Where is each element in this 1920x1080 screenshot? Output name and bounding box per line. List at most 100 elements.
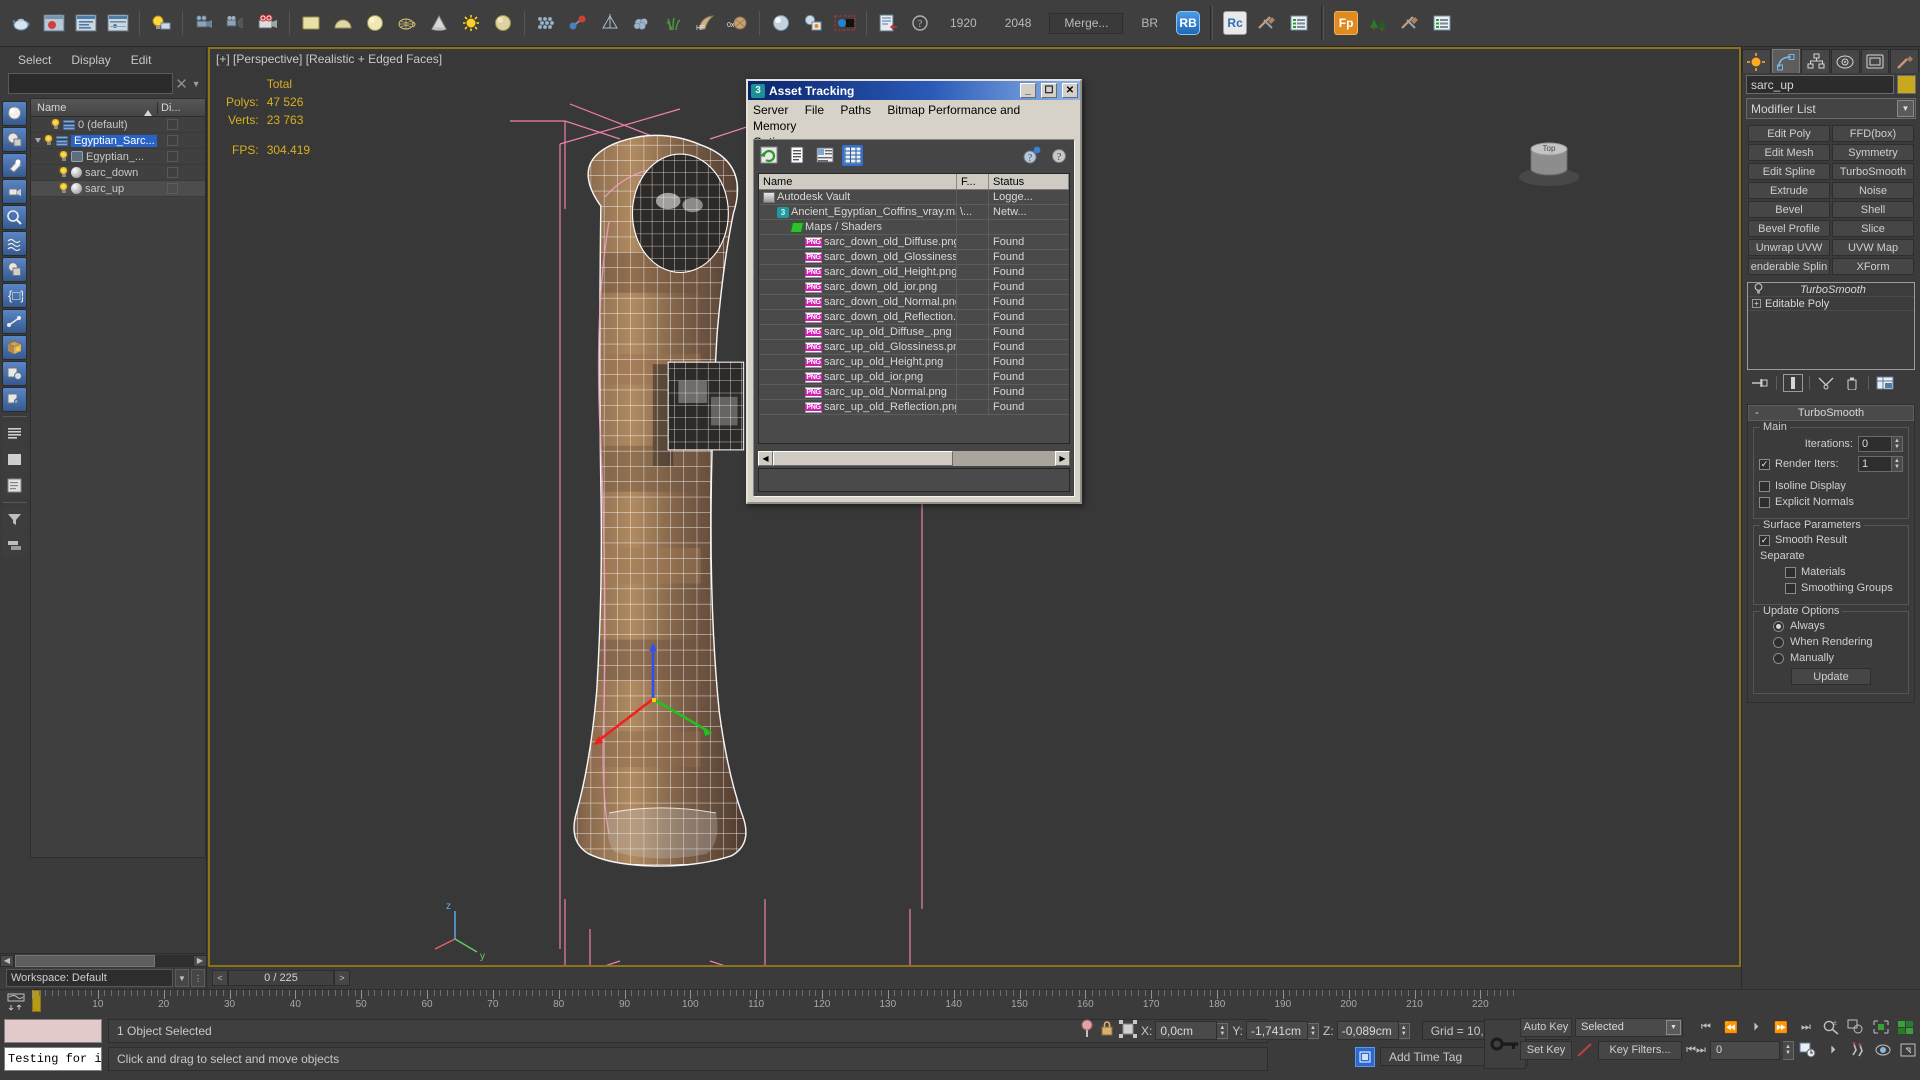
orbit-icon[interactable] <box>1872 1040 1894 1060</box>
material-editor-icon[interactable] <box>766 8 796 38</box>
forest-pack-trees-icon[interactable] <box>1363 8 1393 38</box>
light-bulb-icon[interactable] <box>44 135 53 146</box>
time-configuration-icon[interactable] <box>1797 1040 1819 1060</box>
table-row[interactable]: 3 Ancient_Egyptian_Coffins_vray.max \... Ne… <box>759 205 1069 220</box>
scene-explorer-menu-select[interactable]: Select <box>18 53 51 67</box>
modifier-button-noise[interactable]: Noise <box>1832 182 1914 199</box>
update-manually-radio[interactable] <box>1773 652 1784 664</box>
list-item[interactable]: Egyptian_... <box>31 149 205 165</box>
asset-name-cell[interactable]: PNG sarc_up_old_Height.png <box>759 355 957 369</box>
table-row[interactable]: PNG sarc_up_old_Reflection.png Found <box>759 400 1069 415</box>
display-cell[interactable] <box>157 183 187 194</box>
help-new-icon[interactable]: ? <box>1021 145 1042 166</box>
modifier-stack[interactable]: TurboSmooth + Editable Poly <box>1747 282 1915 370</box>
view-cube[interactable]: Top <box>1509 129 1579 186</box>
next-frame-button[interactable]: > <box>334 970 350 986</box>
display-cell[interactable] <box>157 167 187 178</box>
previous-frame-icon[interactable]: ⏪ <box>1720 1017 1742 1037</box>
update-manually-row[interactable]: Manually <box>1759 652 1903 664</box>
modifier-button-shell[interactable]: Shell <box>1832 201 1914 218</box>
scatter-icon[interactable] <box>531 8 561 38</box>
table-row[interactable]: PNG sarc_up_old_Height.png Found <box>759 355 1069 370</box>
key-mode-toggle-icon[interactable]: ⏮⏭ <box>1685 1040 1707 1060</box>
key-mode-selector[interactable]: Selected ▼ <box>1575 1017 1683 1037</box>
scrollbar-thumb[interactable] <box>773 450 953 466</box>
update-when-rendering-row[interactable]: When Rendering <box>1759 636 1903 648</box>
scroll-right-arrow[interactable]: ▶ <box>1055 450 1070 466</box>
zoom-region-icon[interactable]: ± <box>1820 1017 1842 1037</box>
merge-button[interactable]: Merge... <box>1049 12 1124 34</box>
table-row[interactable]: PNG sarc_down_old_ior.png Found <box>759 280 1069 295</box>
stack-item-editable-poly[interactable]: + Editable Poly <box>1748 297 1914 311</box>
iterations-field[interactable]: 0 <box>1858 436 1892 452</box>
scene-converter-icon[interactable] <box>873 8 903 38</box>
menu-server[interactable]: Server <box>753 103 788 117</box>
cloud-icon[interactable] <box>627 8 657 38</box>
list-item[interactable]: sarc_up <box>31 181 205 197</box>
display-cell[interactable] <box>157 135 187 146</box>
menu-bitmap-performance[interactable]: Bitmap Performance and Memory <box>753 103 1020 133</box>
fp-toolbar-button[interactable]: Fp <box>1331 8 1361 38</box>
render-setup-icon[interactable] <box>39 8 69 38</box>
light-bulb-icon[interactable] <box>1754 283 1763 297</box>
pan-view-icon[interactable]: ⏵ <box>1822 1040 1844 1060</box>
tab-modify[interactable] <box>1771 49 1801 73</box>
show-end-result-icon[interactable] <box>1783 374 1803 392</box>
stack-item-turbosmooth[interactable]: TurboSmooth <box>1748 283 1914 297</box>
scroll-right-arrow[interactable]: ▶ <box>193 954 207 967</box>
list-item[interactable]: 0 (default) <box>31 117 205 133</box>
display-cell[interactable] <box>157 119 187 130</box>
asset-name-cell[interactable]: PNG sarc_up_old_ior.png <box>759 370 957 384</box>
chevron-down-icon[interactable]: ▼ <box>1666 1019 1681 1035</box>
time-tag-icon[interactable] <box>1355 1047 1375 1067</box>
render-frame-window-icon[interactable] <box>71 8 101 38</box>
column-header-display[interactable]: Di... <box>157 101 187 114</box>
minimize-button[interactable]: _ <box>1020 83 1036 98</box>
current-frame-spinner[interactable]: ▲ ▼ <box>1783 1040 1794 1060</box>
scene-explorer-tree[interactable]: Name Di... 0 (default) Egyptian_Sarc... … <box>30 98 206 858</box>
modifier-button-edit-spline[interactable]: Edit Spline <box>1748 163 1830 180</box>
maximize-viewport-icon[interactable] <box>1895 1017 1917 1037</box>
light-bulb-icon[interactable] <box>59 183 68 194</box>
sphere-gold-icon[interactable] <box>488 8 518 38</box>
camera-match-icon[interactable] <box>221 8 251 38</box>
display-options-icon[interactable] <box>2 533 27 558</box>
x-coordinate[interactable]: X: 0,0cm ▲ ▼ <box>1141 1021 1229 1040</box>
rc-tools-icon[interactable] <box>1252 8 1282 38</box>
z-coordinate[interactable]: Z: -0,089cm ▲ ▼ <box>1323 1021 1410 1040</box>
select-spacewarp-icon[interactable] <box>2 231 27 256</box>
help-icon[interactable]: ? <box>1049 145 1070 166</box>
modifier-button-symmetry[interactable]: Symmetry <box>1832 144 1914 161</box>
update-always-radio[interactable] <box>1773 620 1784 632</box>
modifier-button-unwrap-uvw[interactable]: Unwrap UVW <box>1748 239 1830 256</box>
modifier-button-xform[interactable]: XForm <box>1832 258 1914 275</box>
rendered-frame-icon[interactable] <box>103 8 133 38</box>
auto-key-button[interactable]: Auto Key <box>1520 1017 1572 1037</box>
table-row[interactable]: PNG sarc_up_old_ior.png Found <box>759 370 1069 385</box>
timeline-ruler[interactable]: 10 20 30 40 50 60 70 80 90 100 110 120 130 140 150 160 1… <box>32 990 1920 1015</box>
select-bone-icon[interactable] <box>2 309 27 334</box>
modifier-button-turbosmooth[interactable]: TurboSmooth <box>1832 163 1914 180</box>
chevron-down-icon[interactable] <box>35 138 41 143</box>
x-value[interactable]: 0,0cm <box>1155 1021 1218 1040</box>
new-key-filter-icon[interactable] <box>1575 1041 1595 1060</box>
fp-list-icon[interactable] <box>1427 8 1457 38</box>
go-to-start-icon[interactable]: ⏮ <box>1695 1017 1717 1037</box>
rc-list-icon[interactable] <box>1284 8 1314 38</box>
asset-name-cell[interactable]: PNG sarc_up_old_Normal.png <box>759 385 957 399</box>
rollout-header[interactable]: - TurboSmooth <box>1748 405 1914 421</box>
scene-explorer-menu-edit[interactable]: Edit <box>131 53 152 67</box>
isolate-selection-icon[interactable] <box>1079 1019 1095 1042</box>
modifier-button-uvw-map[interactable]: UVW Map <box>1832 239 1914 256</box>
asset-name-cell[interactable]: PNG sarc_down_old_ior.png <box>759 280 957 294</box>
asset-name-cell[interactable]: PNG sarc_down_old_Normal.png <box>759 295 957 309</box>
modifier-button-ffd-box[interactable]: FFD(box) <box>1832 125 1914 142</box>
column-header-name[interactable]: Name <box>31 102 157 116</box>
horizontal-scrollbar[interactable]: ◀ ▶ <box>0 953 207 967</box>
modifier-button-bevel[interactable]: Bevel <box>1748 201 1830 218</box>
plane-primitive-icon[interactable] <box>296 8 326 38</box>
rc-toolbar-button[interactable]: Rc <box>1220 8 1250 38</box>
chevron-down-icon[interactable]: ▼ <box>1897 100 1914 117</box>
tab-motion[interactable] <box>1831 49 1860 73</box>
search-input[interactable] <box>8 73 173 94</box>
